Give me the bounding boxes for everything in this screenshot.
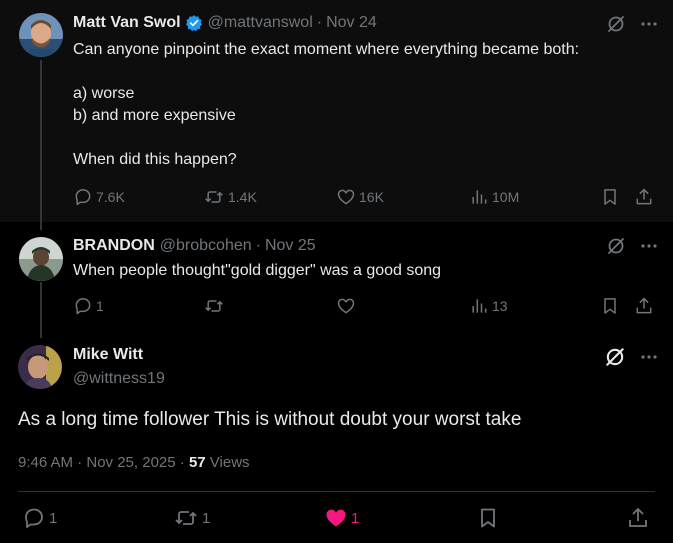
tweet-text: When people thought"gold digger" was a g…: [73, 262, 442, 279]
repost-icon: [205, 300, 223, 312]
divider: [18, 491, 655, 492]
tweet-top-icons: [604, 346, 658, 368]
tweet-header: Matt Van Swol @mattvanswol · Nov 24: [73, 14, 377, 32]
tweet-top-icons: [606, 236, 658, 256]
tweet-date[interactable]: Nov 25: [265, 237, 316, 255]
like-button[interactable]: 1: [324, 506, 359, 530]
tweet-text: Can anyone pinpoint the exact moment whe…: [73, 39, 579, 171]
reply-icon: [75, 189, 91, 206]
views-icon: [472, 190, 487, 204]
tweet-actions: 7.6K 1.4K 16K 10M: [73, 187, 655, 209]
reply-count: 7.6K: [96, 189, 125, 205]
tweet-actions: 1 13: [73, 296, 655, 318]
repost-button[interactable]: [203, 296, 228, 316]
reply-count: 1: [96, 298, 104, 314]
like-button[interactable]: [336, 296, 359, 316]
author-name[interactable]: BRANDON: [73, 237, 155, 255]
reply-button[interactable]: 1: [22, 506, 57, 530]
views-label: Views: [209, 454, 250, 471]
tweet-header: BRANDON @brobcohen · Nov 25: [73, 237, 316, 255]
author-name[interactable]: Matt Van Swol: [73, 14, 181, 32]
reply-icon: [75, 298, 91, 315]
bookmark-button[interactable]: [476, 506, 500, 530]
bookmark-icon: [604, 298, 616, 314]
repost-icon: [175, 511, 197, 525]
reply-button[interactable]: 1: [73, 296, 104, 316]
tweet-meta: 9:46 AM · Nov 25, 2025 · 57 Views: [18, 454, 250, 471]
reply-icon: [25, 508, 43, 528]
share-button[interactable]: [634, 296, 654, 316]
views-count: 57: [188, 454, 206, 471]
author-handle[interactable]: @wittness19: [73, 370, 165, 388]
tweet-actions: 1 1 1: [18, 506, 655, 532]
views-icon: [472, 299, 487, 313]
bookmark-icon: [481, 508, 495, 528]
repost-icon: [205, 191, 223, 203]
share-button[interactable]: [626, 506, 650, 530]
views-count: 13: [492, 298, 508, 314]
avatar-mike-witt[interactable]: [18, 345, 62, 389]
grok-icon[interactable]: [606, 14, 626, 34]
tweet-timestamp[interactable]: 9:46 AM · Nov 25, 2025 ·: [18, 454, 185, 471]
share-icon: [636, 188, 652, 205]
tweet-text: As a long time follower This is without …: [18, 409, 522, 430]
avatar-brandon[interactable]: [19, 237, 63, 281]
like-icon: [326, 509, 346, 527]
share-icon: [636, 297, 652, 314]
like-icon: [337, 298, 355, 314]
repost-count: 1: [202, 509, 211, 527]
tweet-text-line: When did this happen?: [73, 151, 237, 168]
grok-icon[interactable]: [604, 346, 626, 368]
views-button[interactable]: 13: [469, 296, 508, 316]
thread-line: [40, 60, 42, 230]
grok-icon[interactable]: [606, 236, 626, 256]
tweet-top-icons: [606, 14, 658, 34]
like-icon: [337, 189, 355, 205]
views-button[interactable]: 10M: [469, 187, 519, 207]
separator: ·: [255, 237, 261, 254]
thread-line: [40, 282, 42, 338]
share-button[interactable]: [634, 187, 654, 207]
repost-button[interactable]: 1.4K: [203, 187, 257, 207]
tweet-text-line: [73, 127, 579, 149]
repost-count: 1.4K: [228, 189, 257, 205]
tweet-text-line: Can anyone pinpoint the exact moment whe…: [73, 41, 580, 58]
like-button[interactable]: 16K: [336, 187, 384, 207]
share-icon: [629, 508, 647, 527]
tweet-text-line: a) worse: [73, 85, 135, 102]
repost-button[interactable]: 1: [173, 506, 210, 530]
views-count: 10M: [492, 189, 520, 205]
more-icon[interactable]: [640, 347, 658, 367]
more-icon[interactable]: [640, 236, 658, 256]
bookmark-icon: [604, 189, 616, 205]
tweet-date[interactable]: Nov 24: [326, 14, 377, 32]
separator: ·: [316, 14, 323, 31]
avatar-matt-van-swol[interactable]: [19, 13, 63, 57]
bookmark-button[interactable]: [600, 296, 620, 316]
more-icon[interactable]: [640, 14, 658, 34]
reply-button[interactable]: 7.6K: [73, 187, 125, 207]
author-handle[interactable]: @mattvanswol: [208, 14, 313, 32]
like-count: 1: [351, 509, 360, 527]
verified-badge-icon: [185, 14, 203, 32]
author-name[interactable]: Mike Witt: [73, 346, 143, 364]
reply-count: 1: [49, 509, 58, 527]
bookmark-button[interactable]: [600, 187, 620, 207]
author-handle[interactable]: @brobcohen: [160, 237, 252, 255]
like-count: 16K: [359, 189, 384, 205]
tweet-text-line: [73, 61, 579, 83]
tweet-text-line: b) and more expensive: [73, 107, 236, 124]
